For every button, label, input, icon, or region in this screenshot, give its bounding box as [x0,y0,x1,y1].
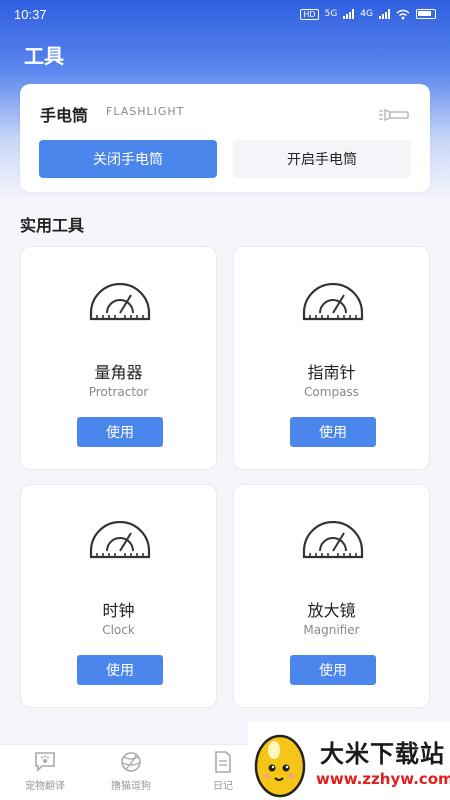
status-time: 10:37 [14,6,47,22]
protractor-icon [302,521,364,559]
watermark-logo: 大米下载站 www.zzhyw.com [248,722,450,800]
yarn-ball-icon [121,752,141,772]
protractor-icon [302,283,364,321]
egg-mascot-icon [254,734,306,798]
use-magnifier-button[interactable]: 使用 [290,655,376,685]
tool-english-name: Compass [304,385,359,399]
tab-label: 宠物翻译 [25,781,65,792]
tool-card-compass[interactable]: 指南针 Compass 使用 [233,246,430,470]
tool-english-name: Clock [102,623,135,637]
tool-card-clock[interactable]: 时钟 Clock 使用 [20,484,217,708]
protractor-icon [89,283,151,321]
tool-name: 放大镜 [307,601,356,620]
tool-name: 时钟 [102,601,135,620]
turn-off-flashlight-button[interactable]: 关闭手电筒 [39,140,217,178]
watermark-url: www.zzhyw.com [316,770,450,788]
network-5g-label: 5G [324,9,338,19]
battery-icon [416,9,436,19]
status-icons: HD 5G 4G [300,8,436,20]
tool-english-name: Magnifier [303,623,360,637]
tool-name: 指南针 [307,363,356,382]
page-title: 工具 [24,44,64,68]
chat-paw-icon [35,752,55,772]
flashlight-card: 手电筒 FLASHLIGHT 关闭手电筒 开启手电筒 [20,84,430,192]
wifi-icon [396,9,410,19]
tab-pet-translate[interactable]: 宠物翻译 [0,751,90,795]
protractor-icon [89,521,151,559]
signal-icon [343,9,355,19]
hd-badge: HD [300,8,319,20]
turn-on-flashlight-button[interactable]: 开启手电筒 [233,140,411,178]
tool-name: 量角器 [94,363,143,382]
status-bar: 10:37 HD 5G 4G [0,0,450,28]
flashlight-title: 手电筒 [40,106,89,125]
tool-english-name: Protractor [88,385,149,399]
use-protractor-button[interactable]: 使用 [77,417,163,447]
flashlight-icon [379,108,409,122]
tool-card-magnifier[interactable]: 放大镜 Magnifier 使用 [233,484,430,708]
document-icon [215,751,231,773]
tool-card-protractor[interactable]: 量角器 Protractor 使用 [20,246,217,470]
tab-label: 撸猫逗狗 [111,781,151,792]
use-compass-button[interactable]: 使用 [290,417,376,447]
network-4g-label: 4G [360,9,373,19]
signal-icon-2 [379,9,390,19]
flashlight-subtitle: FLASHLIGHT [106,105,185,118]
tab-play-with-pets[interactable]: 撸猫逗狗 [86,751,176,795]
watermark-title: 大米下载站 [320,740,445,768]
section-title: 实用工具 [20,216,85,235]
use-clock-button[interactable]: 使用 [77,655,163,685]
